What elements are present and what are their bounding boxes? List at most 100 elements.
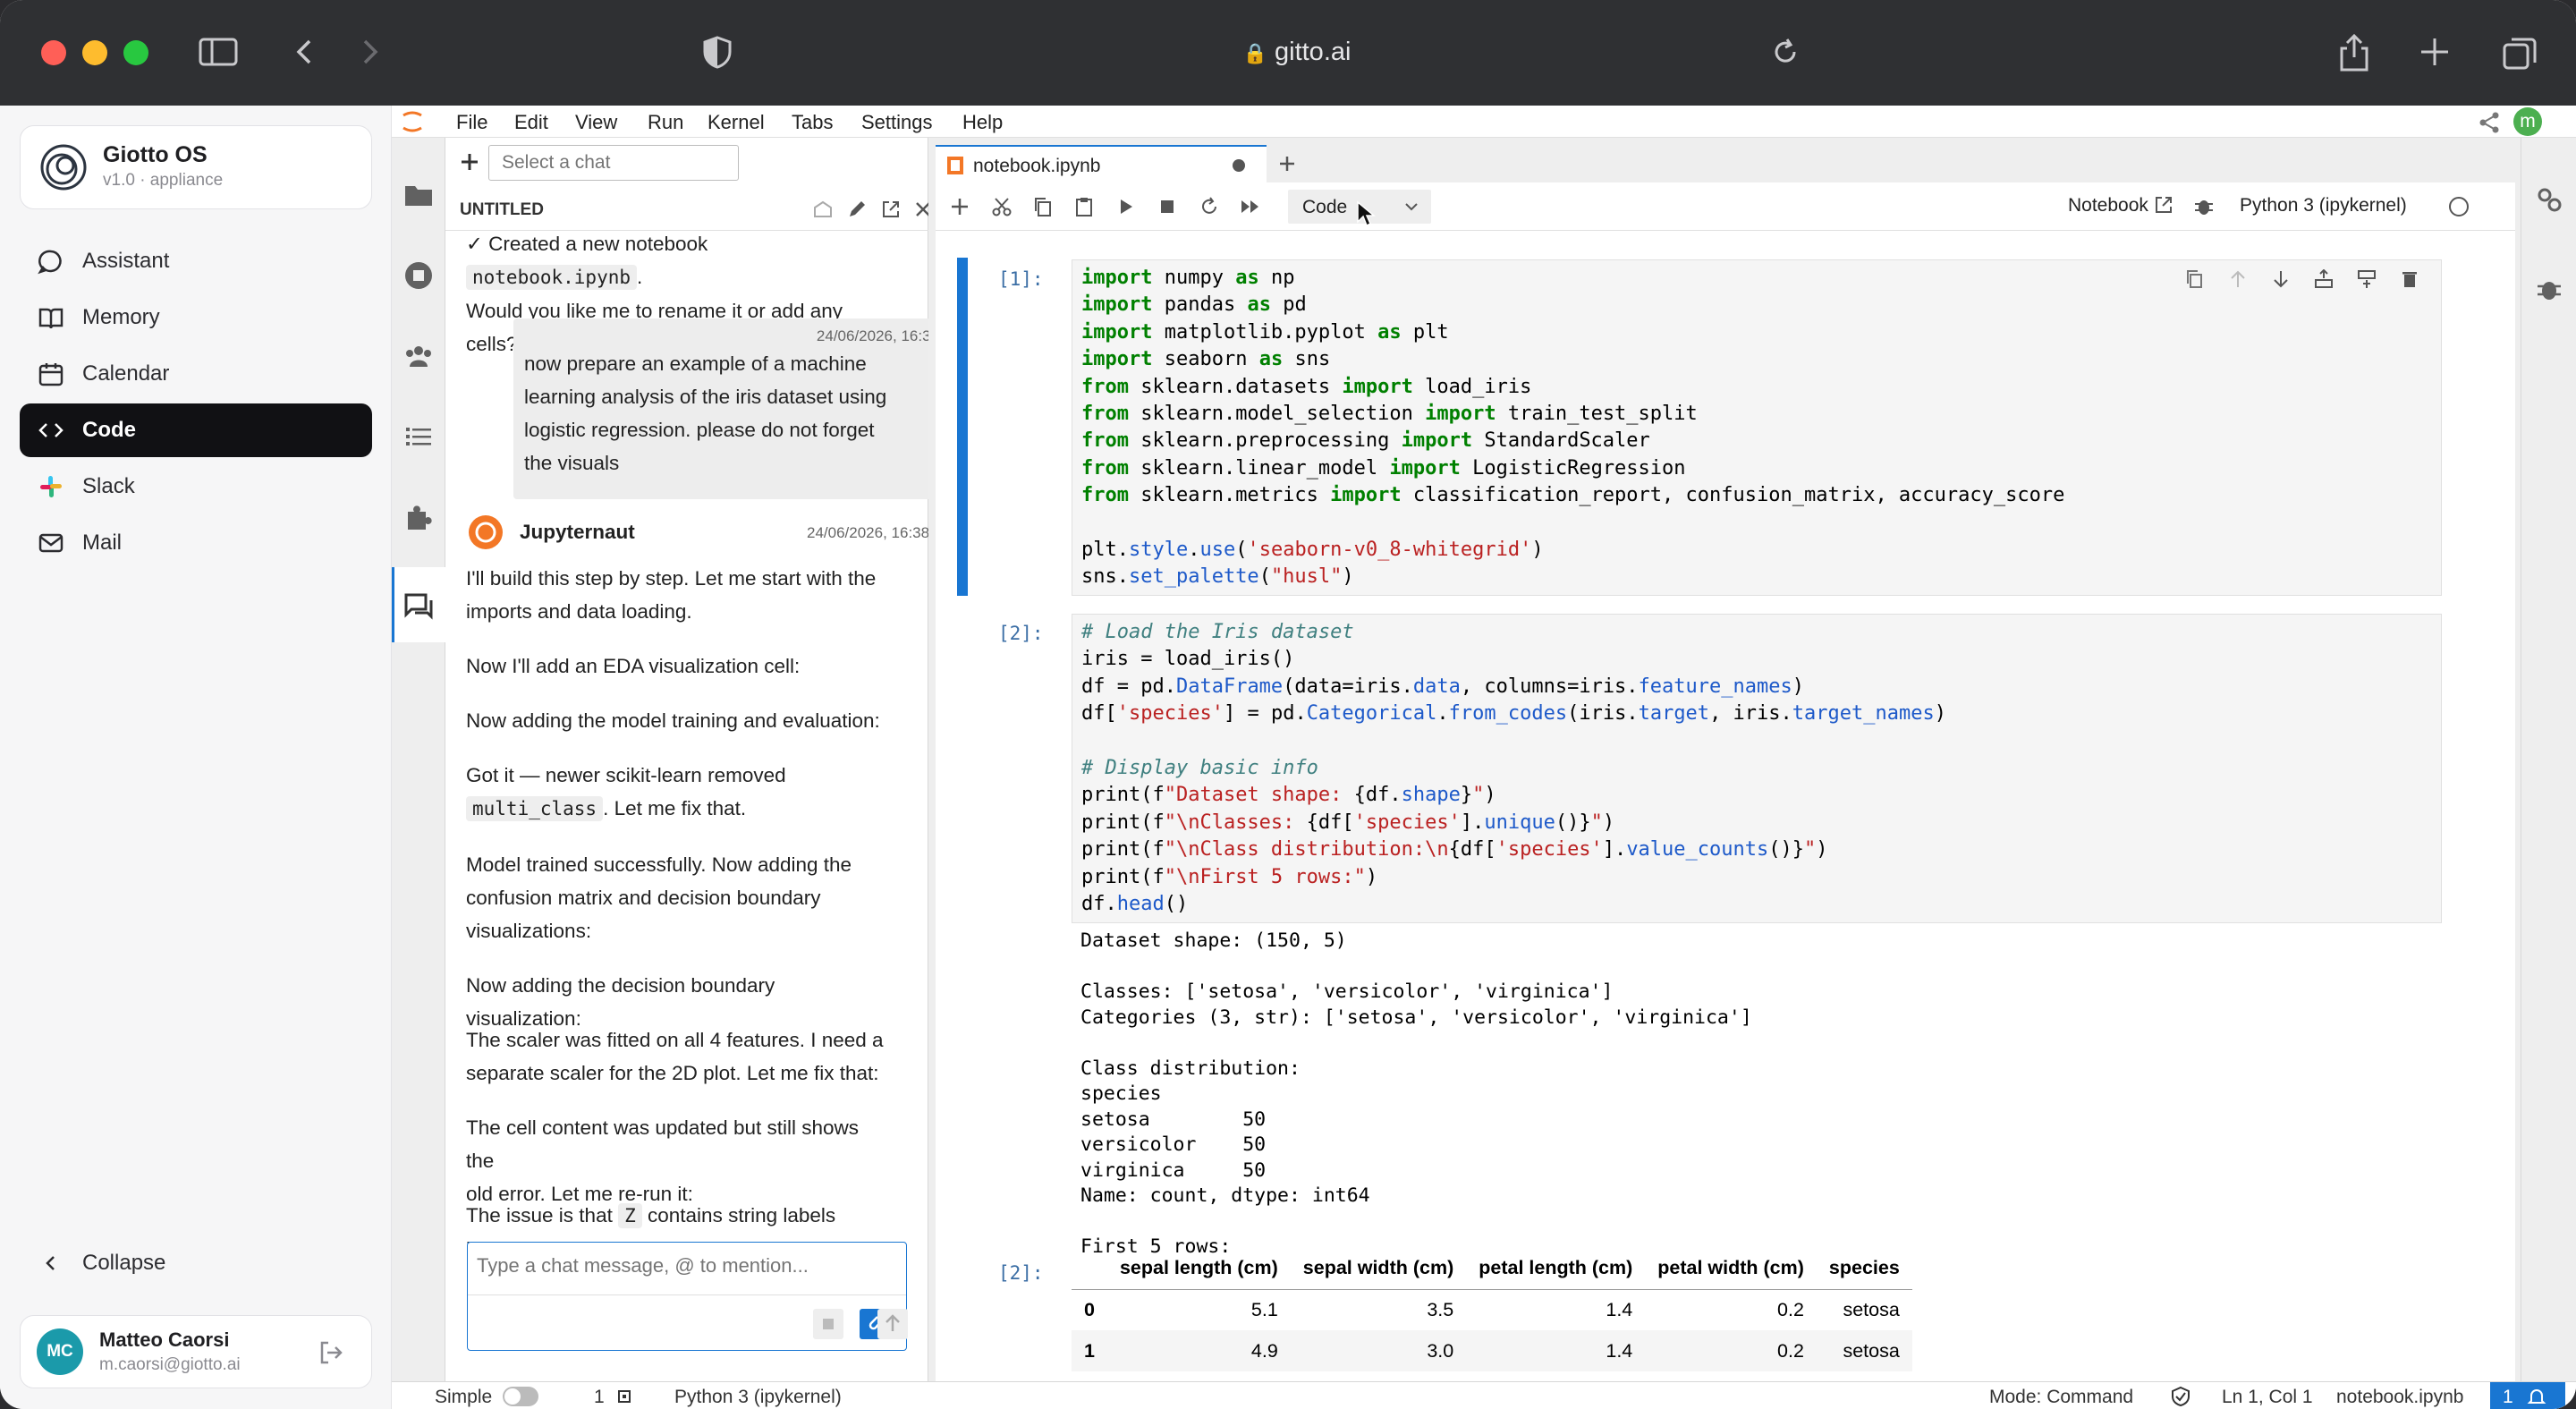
delete-cell-icon[interactable] [2400, 269, 2419, 289]
menu-file[interactable]: File [456, 111, 487, 134]
message-line: now prepare an example of a machine [524, 352, 867, 375]
folder-icon[interactable] [402, 179, 435, 211]
user-name: Matteo Caorsi [99, 1328, 230, 1351]
open-in-window-icon[interactable] [880, 199, 902, 220]
close-window-button[interactable] [41, 40, 66, 65]
book-icon [36, 302, 66, 333]
brand-card[interactable]: Giotto OS v1.0 · appliance [20, 125, 372, 209]
table-header: petal length (cm) [1466, 1248, 1646, 1290]
forward-icon[interactable] [356, 34, 383, 70]
external-link-icon[interactable] [2154, 195, 2174, 215]
interrupt-icon[interactable] [1157, 197, 1177, 216]
debugger-icon[interactable] [2193, 195, 2215, 216]
user-message: 24/06/2026, 16:36 now prepare an example… [513, 318, 928, 499]
app-sidebar: Giotto OS v1.0 · appliance Assistant Mem… [0, 106, 392, 1409]
add-cell-icon[interactable] [950, 197, 970, 216]
menu-kernel[interactable]: Kernel [708, 111, 765, 134]
share-icon[interactable] [2336, 34, 2372, 73]
user-card[interactable]: MC Matteo Caorsi m.caorsi@giotto.ai [20, 1315, 372, 1388]
sidebar-toggle-icon[interactable] [199, 34, 238, 70]
nav-label: Memory [82, 305, 160, 329]
menu-tabs[interactable]: Tabs [792, 111, 833, 134]
chevron-down-icon [1405, 203, 1418, 211]
chat-message-input[interactable] [468, 1248, 904, 1284]
stop-icon[interactable] [813, 1309, 843, 1339]
zoom-window-button[interactable] [123, 40, 148, 65]
move-down-icon[interactable] [2271, 269, 2291, 289]
code-editor[interactable]: import numpy as np import pandas as pd i… [1072, 260, 2441, 596]
brand-version: v1.0 · appliance [103, 171, 224, 190]
avatar: MC [37, 1328, 83, 1375]
collapse-button[interactable]: Collapse [20, 1236, 372, 1290]
chat-icon[interactable] [402, 590, 435, 622]
address-bar[interactable]: 🔒 gitto.ai [1163, 27, 1431, 77]
new-tab-icon[interactable] [2417, 34, 2453, 70]
logout-icon[interactable] [318, 1339, 344, 1366]
menu-view[interactable]: View [575, 111, 617, 134]
code-cell-2[interactable]: # Load the Iris dataset iris = load_iris… [1072, 614, 2442, 923]
table-cell: 5.1 [1250, 1298, 1278, 1320]
user-badge[interactable]: m [2513, 107, 2542, 136]
copy-icon[interactable] [1032, 196, 1054, 217]
status-mode[interactable]: Mode: Command [1989, 1387, 2133, 1408]
assistant-message: Got it — newer scikit-learn removed multi… [466, 764, 786, 821]
debugger-panel-icon[interactable] [2534, 274, 2564, 304]
unsaved-dot-icon[interactable] [1233, 159, 1245, 172]
archive-icon[interactable] [812, 199, 834, 220]
menu-settings[interactable]: Settings [861, 111, 933, 134]
nav-code[interactable]: Code [20, 403, 372, 457]
duplicate-cell-icon[interactable] [2185, 269, 2205, 289]
cut-icon[interactable] [991, 196, 1013, 217]
toc-icon[interactable] [402, 420, 435, 453]
security-shield-icon[interactable] [2170, 1386, 2191, 1407]
status-kernel[interactable]: Python 3 (ipykernel) [674, 1387, 842, 1408]
notebook-label[interactable]: Notebook [2068, 195, 2148, 216]
code-editor[interactable]: # Load the Iris dataset iris = load_iris… [1072, 615, 2441, 922]
running-icon[interactable] [402, 259, 435, 292]
code-cell-1[interactable]: import numpy as np import pandas as pd i… [1072, 259, 2442, 596]
insert-below-icon[interactable] [2357, 269, 2377, 289]
paste-icon[interactable] [1073, 196, 1095, 217]
tab-overview-icon[interactable] [2501, 34, 2540, 73]
insert-above-icon[interactable] [2314, 269, 2334, 289]
nav-calendar[interactable]: Calendar [20, 347, 372, 401]
terminals-count[interactable]: 1 [594, 1387, 605, 1408]
send-icon[interactable] [877, 1309, 908, 1339]
menu-run[interactable]: Run [648, 111, 683, 134]
notebook-cells: [1]: import numpy as np import pandas as… [936, 231, 2515, 1381]
collaborators-icon[interactable] [402, 340, 435, 372]
nav-slack[interactable]: Slack [20, 460, 372, 514]
select-chat-input[interactable] [488, 145, 739, 181]
chat-bubble-icon [36, 246, 66, 276]
menu-edit[interactable]: Edit [514, 111, 548, 134]
shield-icon[interactable] [701, 34, 733, 70]
kernel-name[interactable]: Python 3 (ipykernel) [2240, 195, 2407, 216]
menu-help[interactable]: Help [962, 111, 1003, 134]
edit-icon[interactable] [846, 199, 868, 220]
share-link-icon[interactable] [2478, 111, 2501, 134]
nav-assistant[interactable]: Assistant [20, 234, 372, 288]
minimize-window-button[interactable] [82, 40, 107, 65]
kernel-chip-icon[interactable] [615, 1388, 633, 1405]
nav-label: Assistant [82, 249, 170, 273]
assistant-message: The scaler was fitted on all 4 features.… [466, 1029, 884, 1084]
notifications-button[interactable]: 1 [2490, 1382, 2565, 1409]
new-chat-icon[interactable] [460, 152, 479, 172]
back-icon[interactable] [292, 34, 318, 70]
run-all-icon[interactable] [1240, 197, 1261, 216]
tab-notebook[interactable]: notebook.ipynb [936, 145, 1267, 182]
extension-icon[interactable] [402, 501, 435, 533]
add-tab-icon[interactable] [1274, 150, 1301, 177]
run-icon[interactable] [1116, 197, 1136, 216]
notification-count: 1 [2503, 1387, 2513, 1407]
table-header [1072, 1248, 1107, 1290]
nav-memory[interactable]: Memory [20, 291, 372, 344]
nav-mail[interactable]: Mail [20, 516, 372, 570]
move-up-icon[interactable] [2228, 269, 2248, 289]
reload-icon[interactable] [1767, 34, 1803, 70]
cursor-position[interactable]: Ln 1, Col 1 [2222, 1387, 2313, 1408]
property-inspector-icon[interactable] [2534, 184, 2564, 215]
notebook-area: notebook.ipynb Code Notebook Python 3 (i… [928, 138, 2521, 1381]
simple-mode-toggle[interactable] [503, 1387, 538, 1406]
restart-icon[interactable] [1199, 196, 1220, 217]
